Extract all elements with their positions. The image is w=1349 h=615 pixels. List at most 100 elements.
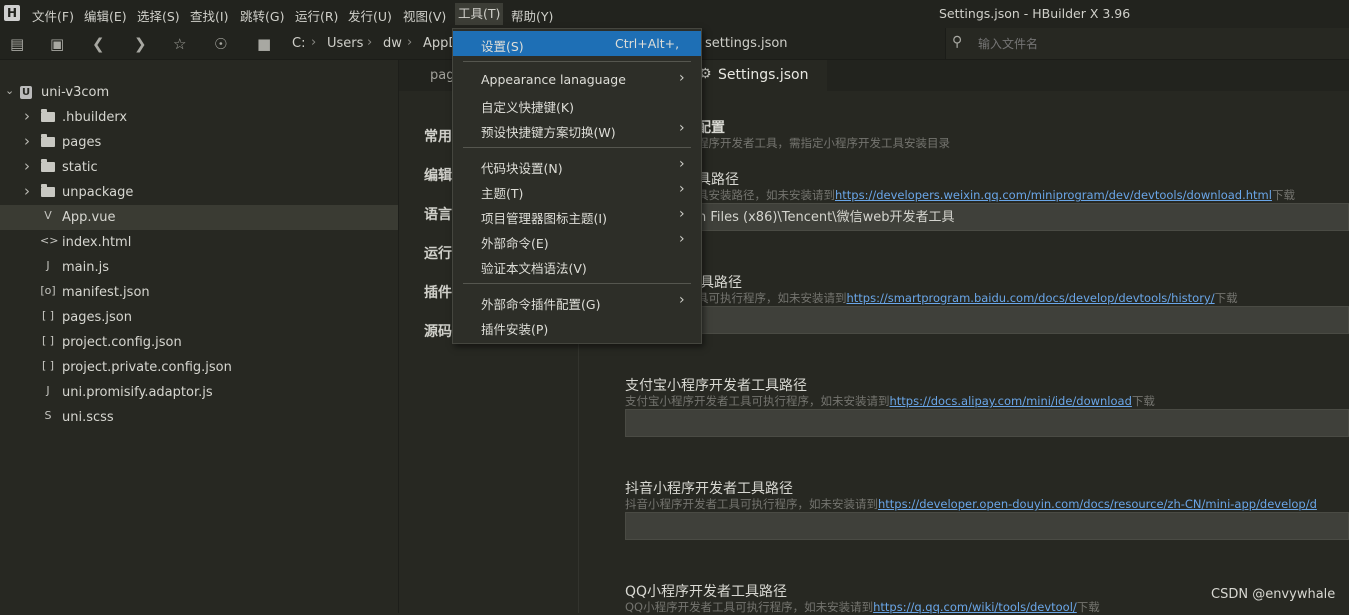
tree-file[interactable]: Suni.scss [0, 405, 398, 430]
tree-item-label: manifest.json [62, 285, 150, 300]
json-file-icon: [ ] [41, 309, 55, 322]
breadcrumb-users[interactable]: Users [327, 36, 363, 51]
tree-root[interactable]: ⌄ U uni-v3com [0, 80, 398, 105]
qq-path-title: QQ小程序开发者工具路径 [625, 584, 788, 600]
bookmark-star-icon[interactable]: ☆ [173, 35, 186, 53]
tools-menu-external-plugin-config[interactable]: 外部命令插件配置(G) › [453, 289, 701, 314]
menu-run[interactable]: 运行(R) [295, 6, 338, 25]
settings-header-desc: 程序开发者工具，需指定小程序开发工具安装目录 [697, 136, 950, 150]
menu-view[interactable]: 视图(V) [403, 6, 446, 25]
tree-file[interactable]: [ ] pages.json [0, 305, 398, 330]
chevron-down-icon[interactable]: ⌄ [5, 84, 14, 97]
tools-menu-snippets[interactable]: 代码块设置(N) › [453, 153, 701, 178]
menu-tools[interactable]: 工具(T) [455, 3, 504, 25]
breadcrumb-dw[interactable]: dw [383, 36, 402, 51]
menu-help[interactable]: 帮助(Y) [511, 6, 553, 25]
menu-edit[interactable]: 编辑(E) [84, 6, 127, 25]
breadcrumb-drive[interactable]: C: [292, 36, 305, 51]
tab-pages-label: pag [430, 68, 455, 83]
tree-item-label: project.private.config.json [62, 360, 232, 375]
menu-publish[interactable]: 发行(U) [348, 6, 392, 25]
douyin-path-desc: 抖音小程序开发者工具可执行程序，如未安装请到https://developer.… [625, 497, 1317, 511]
tree-folder[interactable]: › unpackage [0, 180, 398, 205]
menu-find[interactable]: 查找(I) [190, 6, 228, 25]
tree-item-label: unpackage [62, 185, 134, 200]
nav-run[interactable]: 运行 [424, 243, 452, 263]
tree-item-label: uni.promisify.adaptor.js [62, 385, 213, 400]
qq-download-link[interactable]: https://q.qq.com/wiki/tools/devtool/ [873, 600, 1077, 614]
tree-folder[interactable]: › pages [0, 130, 398, 155]
baidu-download-link[interactable]: https://smartprogram.baidu.com/docs/deve… [847, 291, 1215, 305]
tools-menu-keybindings-label: 自定义快捷键(K) [481, 100, 574, 115]
tab-settings[interactable]: ⚙ Settings.json [689, 60, 827, 91]
project-icon: U [20, 86, 32, 99]
tools-menu-appearance-language[interactable]: Appearance lanaguage › [453, 67, 701, 92]
save-icon[interactable]: ▣ [50, 35, 64, 53]
new-file-icon[interactable]: ▤ [10, 35, 24, 53]
tree-file[interactable]: V App.vue [0, 205, 398, 230]
tools-menu-install-plugin[interactable]: 插件安装(P) [453, 314, 701, 339]
tools-menu-external-commands-label: 外部命令(E) [481, 236, 549, 251]
nav-source[interactable]: 源码 [424, 321, 452, 341]
tree-file[interactable]: Jmain.js [0, 255, 398, 280]
tree-file[interactable]: <> index.html [0, 230, 398, 255]
douyin-path-input[interactable] [625, 512, 1349, 540]
chevron-right-icon[interactable]: › [24, 182, 30, 200]
tree-folder[interactable]: › .hbuilderx [0, 105, 398, 130]
tree-file[interactable]: Juni.promisify.adaptor.js [0, 380, 398, 405]
breadcrumb-separator-icon: › [407, 35, 413, 50]
tools-menu-validate-syntax[interactable]: 验证本文档语法(V) [453, 253, 701, 278]
nav-editor[interactable]: 编辑 [424, 165, 452, 185]
tools-menu-external-commands[interactable]: 外部命令(E) › [453, 228, 701, 253]
nav-language[interactable]: 语言 [424, 204, 452, 224]
tools-menu-keymap-preset-label: 预设快捷键方案切换(W) [481, 125, 616, 140]
json-file-icon: [ ] [41, 334, 55, 347]
js-file-icon: J [46, 259, 50, 272]
tools-menu-appearance-language-label: Appearance lanaguage [481, 72, 626, 87]
chevron-right-icon: › [679, 120, 685, 136]
tools-menu-keybindings[interactable]: 自定义快捷键(K) [453, 92, 701, 117]
breadcrumb-separator-icon: › [367, 35, 373, 50]
file-search-input[interactable] [976, 33, 1320, 55]
chevron-right-icon: › [679, 181, 685, 197]
menu-separator [463, 283, 691, 284]
alipay-path-input[interactable] [625, 409, 1349, 437]
tools-menu-settings[interactable]: 设置(S) Ctrl+Alt+, [453, 31, 701, 56]
back-icon[interactable]: ❮ [92, 35, 105, 53]
weixin-download-link[interactable]: https://developers.weixin.qq.com/minipro… [835, 188, 1272, 202]
chevron-right-icon[interactable]: › [24, 157, 30, 175]
folder-icon [40, 109, 56, 123]
chevron-right-icon[interactable]: › [24, 132, 30, 150]
breadcrumb-file[interactable]: settings.json [705, 36, 788, 51]
menu-file[interactable]: 文件(F) [32, 6, 74, 25]
menu-select[interactable]: 选择(S) [137, 6, 180, 25]
tree-item-label: project.config.json [62, 335, 182, 350]
chevron-right-icon: › [679, 70, 685, 86]
menu-separator [463, 147, 691, 148]
menu-goto[interactable]: 跳转(G) [240, 6, 284, 25]
tree-file[interactable]: [ ] project.private.config.json [0, 355, 398, 380]
forward-icon[interactable]: ❯ [134, 35, 147, 53]
weixin-path-title: 具路径 [697, 172, 739, 188]
tools-menu-icon-theme[interactable]: 项目管理器图标主题(I) › [453, 203, 701, 228]
project-explorer: ⌄ U uni-v3com › .hbuilderx › pages › static › u… [0, 60, 399, 613]
folder-icon [40, 134, 56, 148]
tree-item-label: .hbuilderx [62, 110, 128, 125]
folder-icon [40, 184, 56, 198]
tree-file[interactable]: [ ] project.config.json [0, 330, 398, 355]
tools-menu-theme[interactable]: 主题(T) › [453, 178, 701, 203]
alipay-download-link[interactable]: https://docs.alipay.com/mini/ide/downloa… [890, 394, 1132, 408]
html-file-icon: <> [40, 234, 59, 247]
chevron-right-icon[interactable]: › [24, 107, 30, 125]
baidu-path-input[interactable] [625, 306, 1349, 334]
json-file-icon: [ ] [41, 359, 55, 372]
tree-folder[interactable]: › static [0, 155, 398, 180]
folder-icon [40, 159, 56, 173]
tree-file[interactable]: [o] manifest.json [0, 280, 398, 305]
nav-common[interactable]: 常用 [424, 126, 452, 146]
weixin-path-input[interactable]: n Files (x86)\Tencent\微信web开发者工具 [625, 203, 1349, 231]
douyin-download-link[interactable]: https://developer.open-douyin.com/docs/r… [878, 497, 1317, 511]
tools-menu-keymap-preset[interactable]: 预设快捷键方案切换(W) › [453, 117, 701, 142]
run-icon[interactable]: ☉ [214, 35, 227, 53]
nav-plugins[interactable]: 插件 [424, 282, 452, 302]
